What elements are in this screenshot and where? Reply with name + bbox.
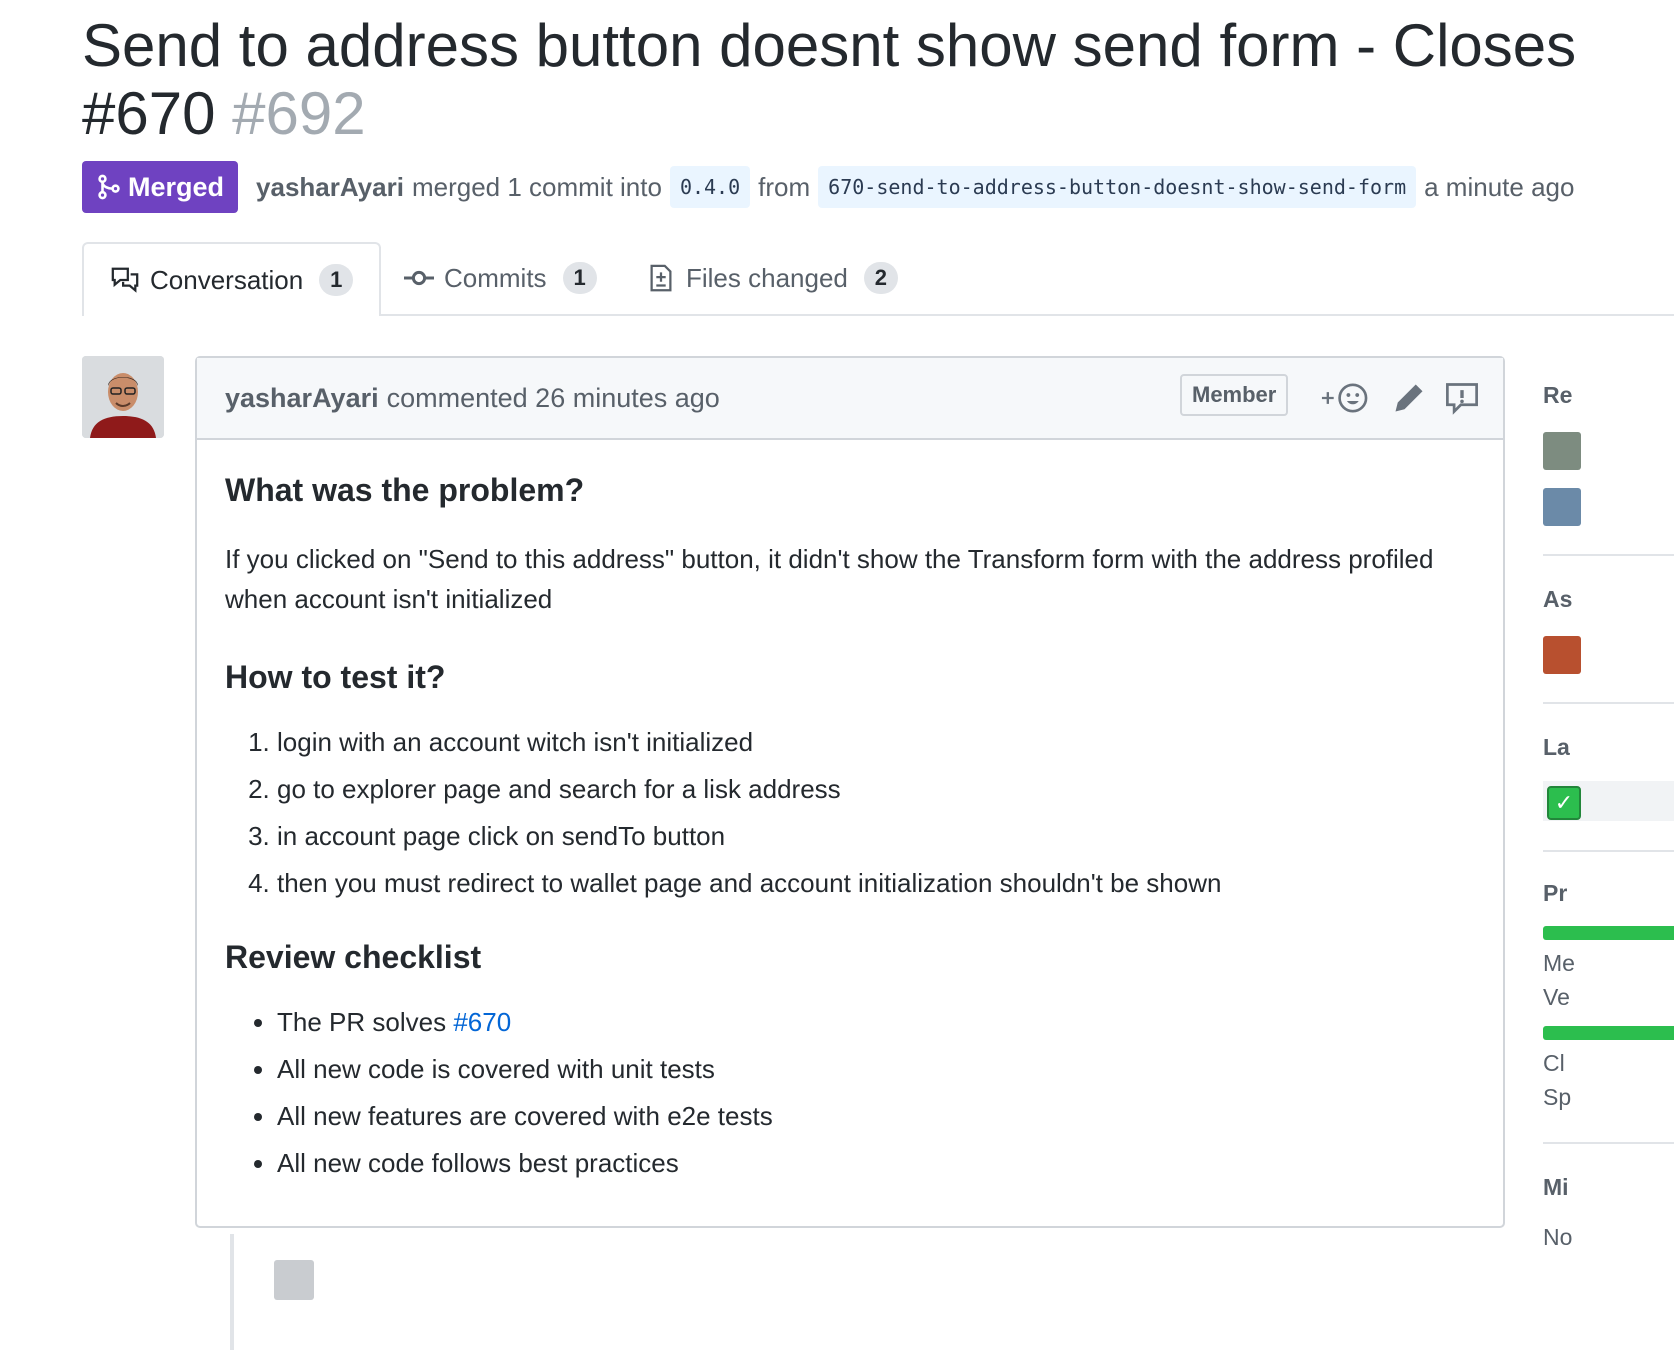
sidebar-labels-heading[interactable]: La (1543, 734, 1570, 761)
merge-time: a minute ago (1424, 171, 1575, 202)
author-avatar[interactable] (82, 356, 164, 438)
tab-files-label: Files changed (686, 262, 848, 293)
project-column: Ve (1543, 984, 1570, 1010)
reviewer-avatar[interactable] (1543, 488, 1581, 526)
pr-author-link[interactable]: yasharAyari (256, 172, 404, 203)
test-step: then you must redirect to wallet page an… (277, 867, 1475, 899)
assignee-avatar[interactable] (1543, 636, 1581, 674)
pencil-icon[interactable] (1391, 380, 1427, 416)
sidebar-reviewers-heading[interactable]: Re (1543, 382, 1572, 409)
member-badge: Member (1180, 374, 1289, 416)
pr-sidebar: Re As La ✓ Pr Me Ve Cl Sp Mi No (1543, 356, 1674, 1350)
timeline-line (230, 1234, 234, 1350)
checklist-heading: Review checklist (225, 939, 482, 975)
checklist-solves-text: The PR solves (277, 1007, 447, 1037)
pr-number: #692 (232, 80, 366, 147)
checklist-item: The PR solves #670 (277, 1006, 1475, 1038)
test-step: go to explorer page and search for a lis… (277, 773, 1475, 805)
milestone-text: No (1543, 1224, 1573, 1250)
sidebar-milestone-heading[interactable]: Mi (1543, 1174, 1569, 1201)
tab-files-count: 2 (863, 262, 898, 294)
comment-timestamp[interactable]: commented 26 minutes ago (387, 383, 720, 414)
tab-commits-count: 1 (562, 262, 597, 294)
sidebar-divider (1543, 702, 1674, 704)
git-merge-icon (98, 174, 120, 200)
pr-title: Send to address button doesnt show send … (82, 12, 1602, 148)
checklist-item: All new code is covered with unit tests (277, 1053, 1475, 1085)
sidebar-divider (1543, 554, 1674, 556)
timeline-avatar[interactable] (274, 1260, 314, 1300)
base-branch[interactable]: 0.4.0 (669, 166, 751, 208)
tab-conversation[interactable]: Conversation 1 (82, 242, 382, 316)
test-step: in account page click on sendTo button (277, 820, 1475, 852)
tab-commits[interactable]: Commits 1 (404, 242, 597, 314)
merged-state-label: Merged (128, 171, 225, 202)
problem-text: If you clicked on "Send to this address"… (225, 544, 1434, 614)
pr-tabs: Conversation 1 Commits 1 Files changed 2 (82, 242, 1674, 316)
file-diff-icon (650, 264, 672, 292)
head-branch[interactable]: 670-send-to-address-button-doesnt-show-s… (818, 166, 1417, 208)
sidebar-projects-heading[interactable]: Pr (1543, 880, 1567, 907)
pr-description-comment: yasharAyari commented 26 minutes ago Mem… (195, 356, 1505, 1228)
from-text: from (758, 171, 811, 202)
comment-body: What was the problem? If you clicked on … (197, 440, 1503, 1179)
project-progress-bar (1543, 1026, 1674, 1040)
comment-discussion-icon (111, 267, 139, 293)
report-icon[interactable] (1444, 380, 1480, 416)
project-progress-bar (1543, 926, 1674, 940)
sidebar-divider (1543, 850, 1674, 852)
tab-commits-label: Commits (444, 262, 547, 293)
issue-670-link[interactable]: #670 (453, 1007, 511, 1037)
test-steps-list: login with an account witch isn't initia… (225, 726, 1475, 899)
comment-header: yasharAyari commented 26 minutes ago Mem… (197, 358, 1503, 440)
merged-text: merged 1 commit into (411, 171, 662, 202)
tab-conversation-label: Conversation (150, 264, 304, 295)
test-heading: How to test it? (225, 659, 446, 695)
check-mark-icon: ✓ (1547, 786, 1581, 820)
reviewer-avatar[interactable] (1543, 432, 1581, 470)
sidebar-assignees-heading[interactable]: As (1543, 586, 1572, 613)
project-column: Sp (1543, 1084, 1572, 1110)
checklist-item: All new code follows best practices (277, 1147, 1475, 1179)
add-reaction-icon[interactable] (1319, 380, 1369, 416)
git-commit-icon (404, 270, 434, 286)
test-step: login with an account witch isn't initia… (277, 726, 1475, 758)
comment-author-link[interactable]: yasharAyari (225, 383, 379, 414)
project-name[interactable]: Cl (1543, 1050, 1565, 1077)
author-avatar-image (82, 356, 164, 438)
merged-state-badge: Merged (82, 161, 239, 213)
checklist-item: All new features are covered with e2e te… (277, 1100, 1475, 1132)
tab-conversation-count: 1 (319, 264, 354, 296)
sidebar-divider (1543, 1142, 1674, 1144)
checklist-list: The PR solves #670 All new code is cover… (225, 1006, 1475, 1179)
project-name[interactable]: Me (1543, 950, 1575, 977)
tab-files-changed[interactable]: Files changed 2 (646, 242, 898, 314)
problem-heading: What was the problem? (225, 472, 585, 508)
pr-meta: Merged yasharAyari merged 1 commit into … (82, 161, 1674, 213)
